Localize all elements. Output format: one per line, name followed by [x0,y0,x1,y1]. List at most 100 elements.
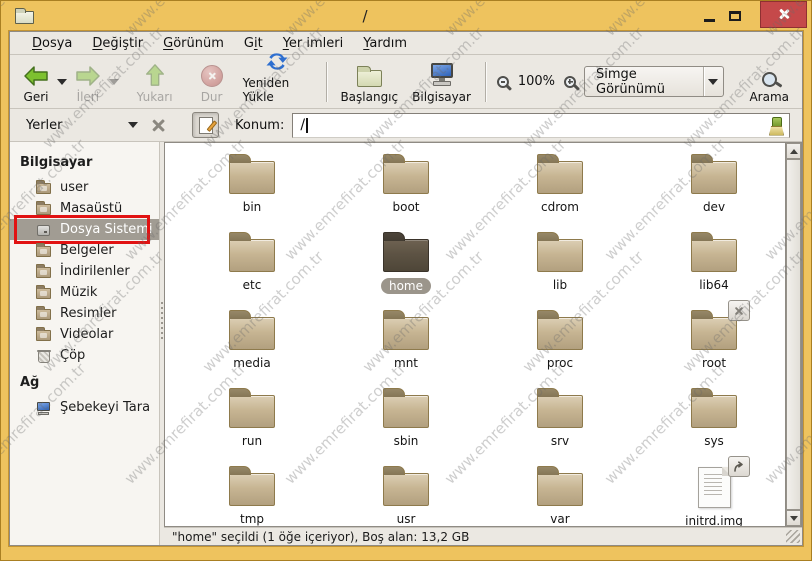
triangle-down-icon [789,515,798,521]
view-mode-value: Simge Görünümü [596,66,665,97]
folder-icon [537,388,583,428]
minimize-button[interactable] [696,3,722,29]
app-frame: Dosya Değiştir Görünüm Git Yer imleri Yardım … [9,31,803,546]
reload-button[interactable]: Yeniden Yükle [236,52,319,106]
forward-button[interactable]: İleri [68,58,108,106]
file-dev[interactable]: dev [637,149,785,227]
sidebar-item-dosya-sistemi[interactable]: Dosya Sistemi [10,215,159,244]
file-tmp[interactable]: tmp [175,461,329,526]
file-label: lib64 [699,278,729,292]
downloads-folder-icon [36,263,52,280]
reload-icon [265,50,289,73]
folder-icon [691,232,737,272]
search-button[interactable]: Arama [742,58,796,106]
pane-splitter[interactable] [160,142,164,545]
forward-history-dropdown[interactable] [108,60,120,104]
view-mode-select[interactable]: Simge Görünümü [584,66,725,97]
menu-dosya[interactable]: Dosya [22,34,82,53]
chevron-down-icon [704,78,724,85]
file-media[interactable]: media [175,305,329,383]
home-folder-icon [36,179,52,196]
back-history-dropdown[interactable] [56,60,68,104]
sidebar-item-masa-st[interactable]: Masaüstü [10,198,159,219]
sidebar-item-label: Şebekeyi Tara [60,400,151,415]
sidebar-item-p[interactable]: Çöp [10,345,159,366]
filesystem-drive-icon [36,222,52,238]
close-button[interactable] [760,1,807,28]
file-boot[interactable]: boot [329,149,483,227]
up-label: Yukarı [136,89,173,104]
sidebar-item-m-zik[interactable]: Müzik [10,282,159,303]
vertical-scrollbar[interactable] [785,142,802,527]
file-home[interactable]: home [329,227,483,305]
title-bar: / [1,1,811,31]
reload-label: Yeniden Yükle [242,75,290,104]
file-sbin[interactable]: sbin [329,383,483,461]
file-sys[interactable]: sys [637,383,785,461]
edit-path-toggle[interactable] [192,112,219,138]
sidebar-item-resimler[interactable]: Resimler [10,303,159,324]
file-proc[interactable]: proc [483,305,637,383]
folder-icon [383,466,429,506]
sidebar-item-i-ndirilenler[interactable]: İndirilenler [10,261,159,282]
file-label: var [550,512,570,526]
folder-icon [229,310,275,350]
menu-de-i-tir[interactable]: Değiştir [82,34,153,53]
zoom-controls: 100% [496,74,576,89]
folder-icon [537,232,583,272]
file-var[interactable]: var [483,461,637,526]
file-cdrom[interactable]: cdrom [483,149,637,227]
status-text: "home" seçildi (1 öğe içeriyor), Boş ala… [172,529,470,544]
resize-grip[interactable] [786,530,800,543]
file-srv[interactable]: srv [483,383,637,461]
menu-bar: Dosya Değiştir Görünüm Git Yer imleri Yardım [10,32,802,55]
text-caret [306,117,308,133]
sidebar-item-label: İndirilenler [60,264,130,279]
file-mnt[interactable]: mnt [329,305,483,383]
file-label: srv [550,434,570,448]
file-label: mnt [394,356,418,370]
sidebar-item-videolar[interactable]: Videolar [10,324,159,345]
maximize-button[interactable] [722,3,748,29]
file-etc[interactable]: etc [175,227,329,305]
path-input[interactable]: / [292,112,790,138]
file-label: sbin [393,434,419,448]
view-row: bin boot cdrom dev etc home lib lib64 media mnt pr… [164,142,802,527]
close-emblem-button[interactable] [728,300,750,321]
file-bin[interactable]: bin [175,149,329,227]
file-run[interactable]: run [175,383,329,461]
path-value: / [300,117,306,133]
stop-button[interactable]: Dur [194,58,230,106]
scroll-down-button[interactable] [786,510,801,526]
scrollbar-thumb[interactable] [786,159,801,510]
menu-g-r-n-m[interactable]: Görünüm [153,34,234,53]
sidebar-item-ebekeyi-tara[interactable]: Şebekeyi Tara [10,397,159,418]
file-root[interactable]: root [637,300,785,383]
sidebar-item-label: Resimler [60,306,117,321]
file-usr[interactable]: usr [329,461,483,526]
body: Bilgisayar user Masaüstü Dosya Sistemi Belge… [10,142,802,545]
symlink-emblem-icon [728,456,750,477]
sidebar-item-user[interactable]: user [10,177,159,198]
computer-button[interactable]: Bilgisayar [405,58,478,106]
zoom-in-icon[interactable] [564,75,576,88]
menu-yard-m[interactable]: Yardım [353,34,417,53]
go-brush-icon[interactable] [768,116,783,135]
stop-icon [200,63,223,87]
scroll-up-button[interactable] [786,143,801,159]
sidebar: Bilgisayar user Masaüstü Dosya Sistemi Belge… [10,142,160,545]
back-button[interactable]: Geri [16,58,56,106]
sidebar-header-a: Ağ [20,375,40,390]
file-lib64[interactable]: lib64 [637,227,785,305]
home-button[interactable]: Başlangıç [333,58,405,106]
places-select[interactable]: Yerler [26,118,138,133]
file-initrd-img[interactable]: initrd.img [637,456,785,526]
file-label: tmp [239,512,264,526]
zoom-out-icon[interactable] [496,75,509,88]
file-lib[interactable]: lib [483,227,637,305]
close-icon [151,118,166,133]
up-button[interactable]: Yukarı [130,58,180,106]
close-side-pane-button[interactable] [146,113,170,137]
icon-view[interactable]: bin boot cdrom dev etc home lib lib64 media mnt pr… [164,142,785,527]
sidebar-item-belgeler[interactable]: Belgeler [10,240,159,261]
